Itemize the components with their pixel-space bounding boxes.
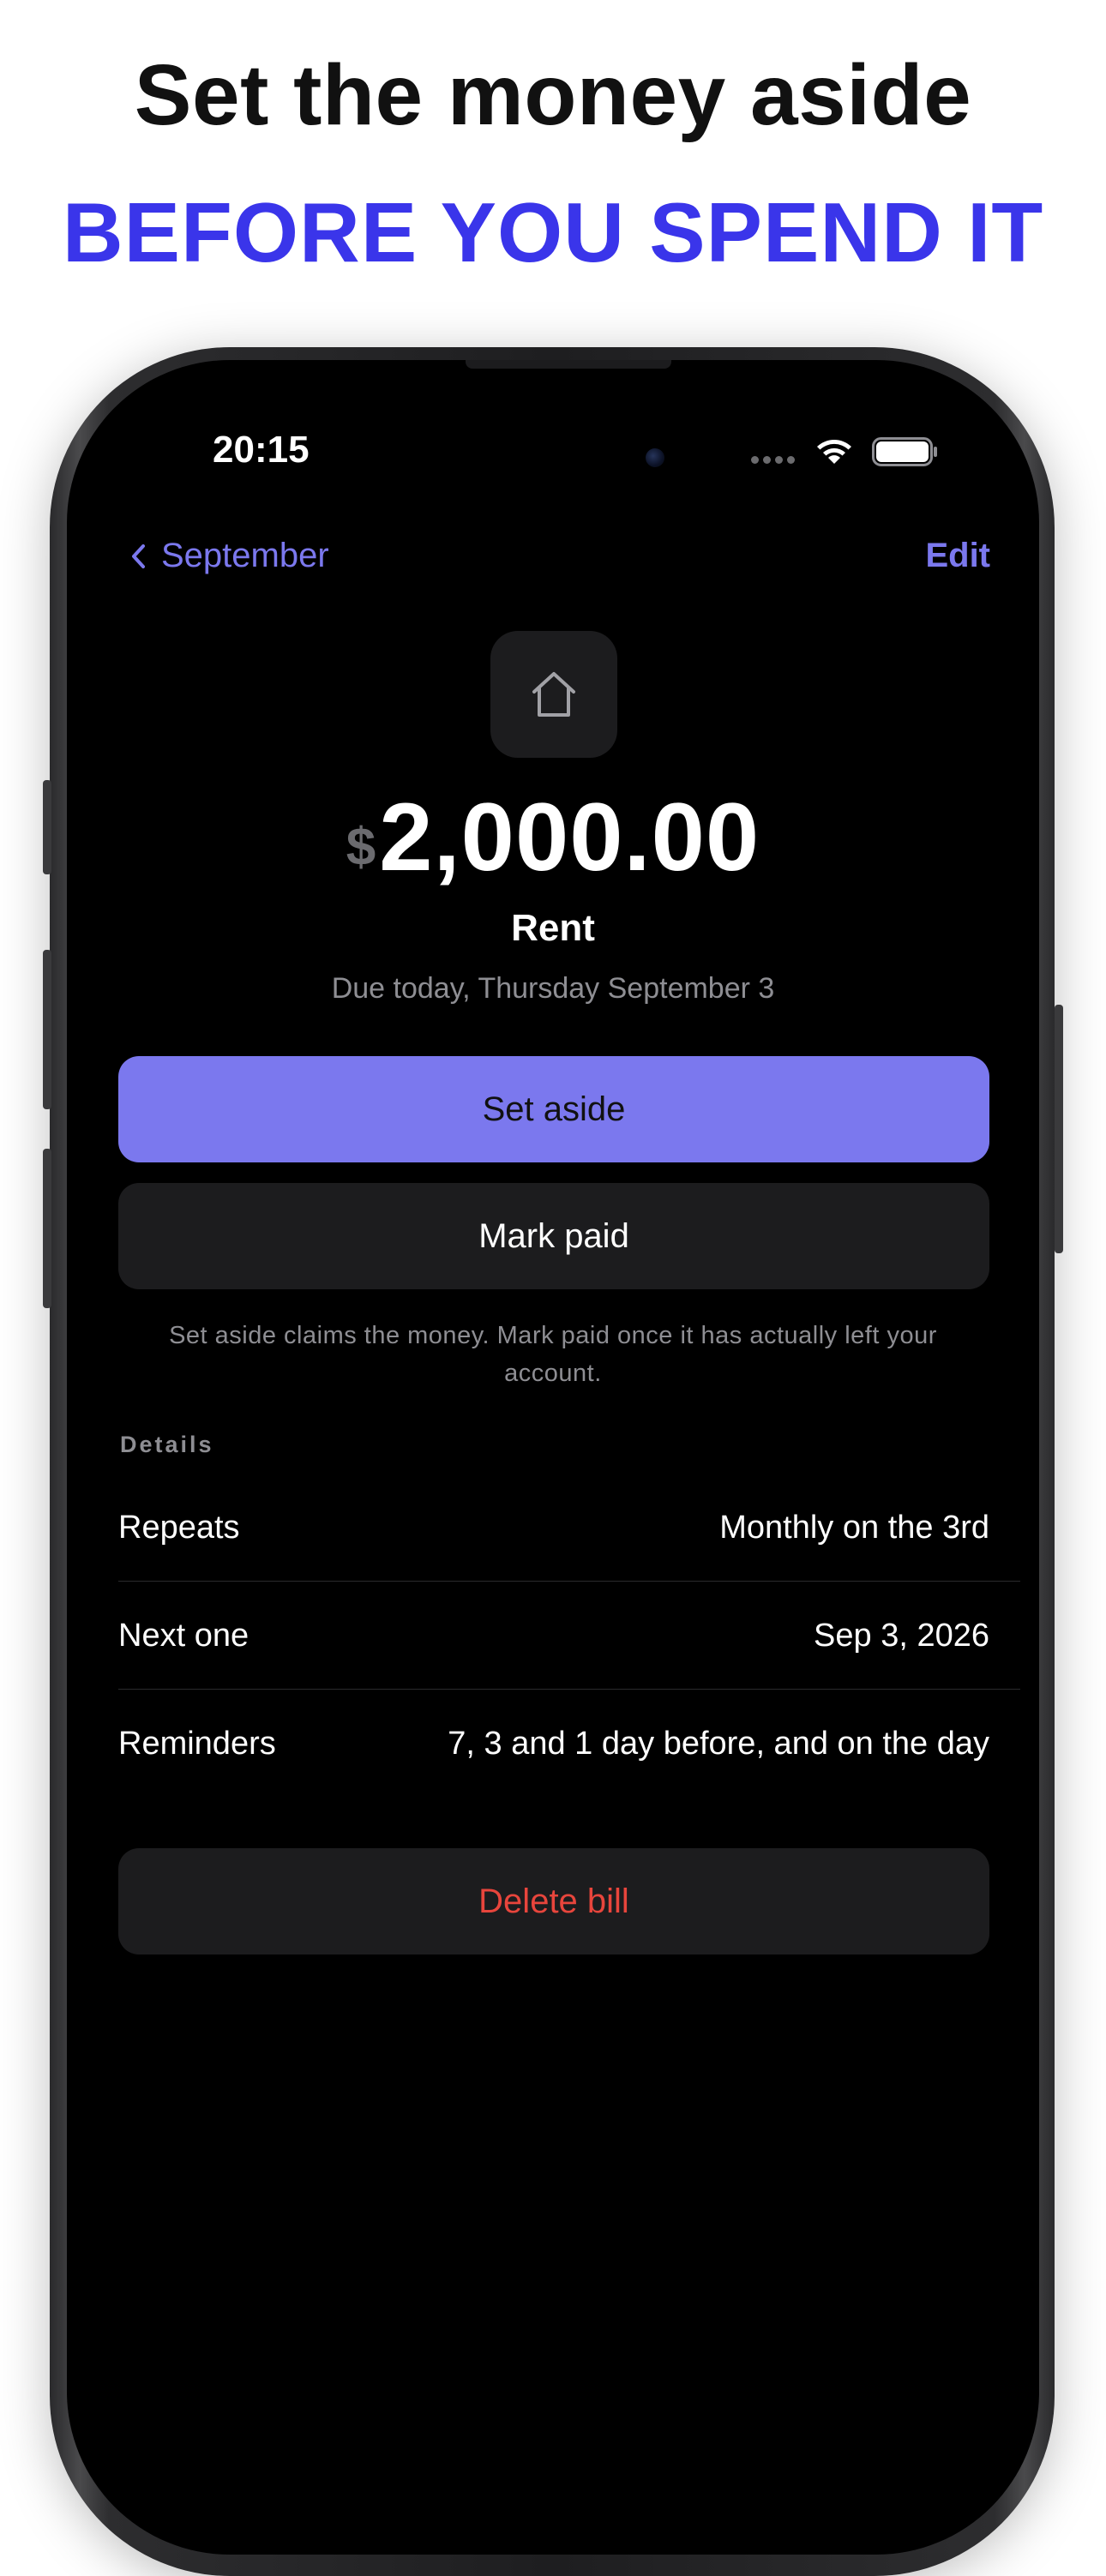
- detail-value: 7, 3 and 1 day before, and on the day: [448, 1725, 989, 1762]
- detail-label: Next one: [118, 1617, 249, 1654]
- mark-paid-button[interactable]: Mark paid: [118, 1183, 989, 1289]
- app-screen: 20:15 September Edit $2,000.00 Rent Due …: [0, 0, 1106, 2397]
- currency-symbol: $: [346, 818, 376, 877]
- detail-value: Sep 3, 2026: [814, 1617, 989, 1654]
- amount-value: 2,000.00: [379, 784, 760, 891]
- front-camera: [646, 448, 664, 467]
- detail-row-reminders[interactable]: Reminders 7, 3 and 1 day before, and on …: [118, 1690, 989, 1798]
- wifi-icon: [817, 440, 851, 464]
- details-section-label: Details: [120, 1432, 214, 1457]
- battery-icon: [872, 437, 937, 466]
- bill-icon-tile: [490, 631, 617, 758]
- detail-label: Reminders: [118, 1725, 276, 1762]
- delete-bill-button[interactable]: Delete bill: [118, 1848, 989, 1955]
- status-time: 20:15: [213, 429, 310, 471]
- edit-button[interactable]: Edit: [925, 537, 990, 575]
- bill-amount: $2,000.00: [0, 782, 1106, 892]
- due-date-text: Due today, Thursday September 3: [331, 972, 775, 1005]
- chevron-left-icon: [132, 543, 145, 568]
- back-button[interactable]: September: [130, 537, 329, 575]
- cellular-signal-icon: [751, 456, 795, 464]
- house-icon: [532, 672, 575, 717]
- detail-value: Monthly on the 3rd: [719, 1509, 989, 1546]
- actions-helper-text: Set aside claims the money. Mark paid on…: [169, 1322, 937, 1387]
- detail-row-next-one[interactable]: Next one Sep 3, 2026: [118, 1582, 989, 1690]
- detail-label: Repeats: [118, 1509, 240, 1546]
- bill-name: Rent: [511, 907, 595, 949]
- detail-row-repeats[interactable]: Repeats Monthly on the 3rd: [118, 1474, 989, 1582]
- back-button-label: September: [161, 537, 329, 574]
- set-aside-button[interactable]: Set aside: [118, 1056, 989, 1162]
